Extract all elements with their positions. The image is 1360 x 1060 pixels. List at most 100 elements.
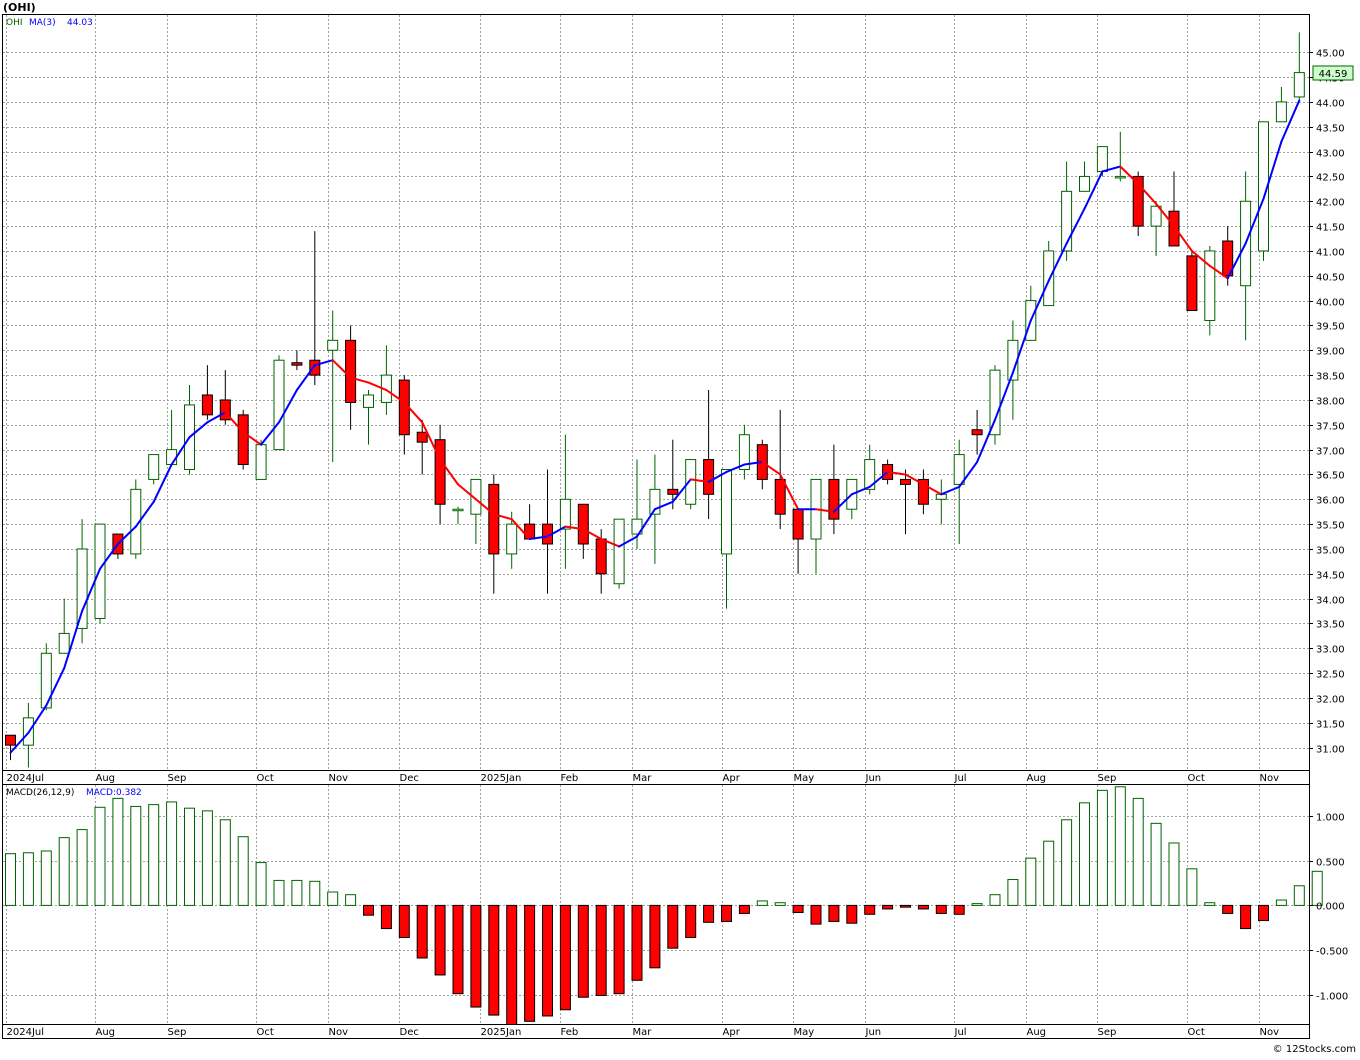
macd-x-tick-label: Feb [561, 1027, 579, 1038]
candle-body [900, 478, 911, 485]
macd-bar [1258, 904, 1269, 922]
macd-bar [649, 904, 661, 969]
candle-body [416, 431, 428, 443]
price-tick-label: 36.00 [1316, 496, 1345, 507]
candle-body [363, 394, 374, 408]
macd-bar [5, 853, 16, 906]
macd-bar [22, 852, 34, 906]
macd-bar [345, 894, 357, 906]
macd-bar [1168, 842, 1180, 906]
macd-bar [935, 904, 947, 914]
candle-body [703, 459, 715, 495]
price-legend-symbol: OHI [6, 18, 23, 28]
price-x-tick-label: Aug [1027, 773, 1047, 784]
candle-body [255, 444, 267, 480]
price-x-tick-label: 2025Jan [481, 773, 522, 784]
macd-bar [273, 879, 285, 906]
candle [94, 523, 106, 624]
candle-body [5, 734, 16, 746]
candle-body [506, 523, 518, 555]
macd-bar [953, 904, 965, 915]
macd-x-tick-label: Oct [257, 1027, 274, 1038]
macd-x-tick-label: 2025Jan [481, 1027, 522, 1038]
macd-panel [2, 784, 1310, 1025]
macd-bar [828, 904, 840, 922]
candle-body [1275, 101, 1287, 123]
macd-bar [130, 805, 142, 906]
macd-bar [846, 904, 858, 924]
price-x-tick-label: Nov [1260, 773, 1280, 784]
macd-bar [792, 904, 804, 914]
price-tick-label: 41.00 [1316, 248, 1345, 259]
macd-tick-label: 0.500 [1316, 858, 1345, 869]
macd-bar [524, 904, 536, 1022]
macd-bar [1096, 789, 1108, 906]
macd-legend-value: MACD:0.382 [86, 788, 142, 798]
macd-bar [1132, 797, 1144, 906]
price-tick-label: 32.50 [1316, 670, 1345, 681]
macd-x-tick-label: Aug [96, 1027, 116, 1038]
price-x-tick-label: Jul [954, 773, 967, 784]
candle-body [971, 429, 983, 436]
macd-bar [76, 829, 88, 906]
candle-body [1096, 146, 1108, 172]
price-x-tick-label: Oct [1188, 773, 1205, 784]
candle [1258, 121, 1269, 261]
candle-body [327, 339, 339, 351]
candle-body [559, 498, 571, 530]
macd-bar [1025, 857, 1037, 906]
candle-body [1204, 250, 1216, 321]
price-x-tick-label: Sep [168, 773, 187, 784]
macd-bar [470, 904, 482, 1008]
macd-bar [774, 902, 786, 906]
chart-stage: 31.00 31.50 32.00 32.50 33.00 33.50 34.00 34.50… [0, 0, 1360, 1056]
price-tick-label: 34.00 [1316, 596, 1345, 607]
macd-bar [58, 837, 70, 906]
price-tick-label: 37.00 [1316, 447, 1345, 458]
macd-x-tick-label: Nov [329, 1027, 349, 1038]
macd-bar [94, 806, 106, 906]
macd-bar [1186, 868, 1198, 906]
macd-bar [542, 904, 553, 1017]
macd-x-tick-label: Dec [400, 1027, 419, 1038]
price-x-tick-label: Sep [1098, 773, 1117, 784]
macd-bar [506, 904, 518, 1026]
candle-body [452, 508, 464, 512]
price-tick-label: 38.50 [1316, 372, 1345, 383]
price-tick-label: 31.50 [1316, 720, 1345, 731]
candle-body [309, 359, 321, 376]
price-tick-label: 31.00 [1316, 745, 1345, 756]
candle [273, 355, 285, 451]
candle-body [667, 488, 679, 495]
candle [989, 365, 1001, 445]
candle-body [148, 454, 160, 480]
macd-bar [900, 904, 911, 908]
macd-bar [1204, 902, 1216, 906]
macd-bar [112, 797, 124, 906]
candle-body [595, 538, 607, 575]
macd-bar [703, 904, 715, 923]
macd-bar [1222, 904, 1234, 914]
macd-bar [488, 904, 500, 1016]
ma-legend-value: 44.03 [67, 18, 93, 28]
macd-bar [1293, 885, 1305, 906]
macd-bar [434, 904, 446, 976]
macd-x-tick-label: Sep [1098, 1027, 1117, 1038]
macd-tick-label: -1.000 [1316, 992, 1348, 1003]
macd-bar [1275, 899, 1287, 906]
candle-body [1168, 210, 1180, 247]
macd-bar [738, 904, 750, 914]
macd-bar [1150, 822, 1162, 906]
price-tick-label: 40.00 [1316, 298, 1345, 309]
candle-body [345, 339, 357, 403]
price-tick-label: 33.00 [1316, 645, 1345, 656]
macd-bar [291, 879, 303, 906]
macd-bar [1079, 802, 1090, 906]
price-tick-label: 37.50 [1316, 422, 1345, 433]
macd-bar [237, 836, 249, 906]
price-tick-label: 39.00 [1316, 347, 1345, 358]
macd-bar [1007, 879, 1019, 906]
macd-bar [327, 891, 339, 906]
macd-bar [631, 904, 643, 981]
macd-bar [756, 900, 768, 906]
